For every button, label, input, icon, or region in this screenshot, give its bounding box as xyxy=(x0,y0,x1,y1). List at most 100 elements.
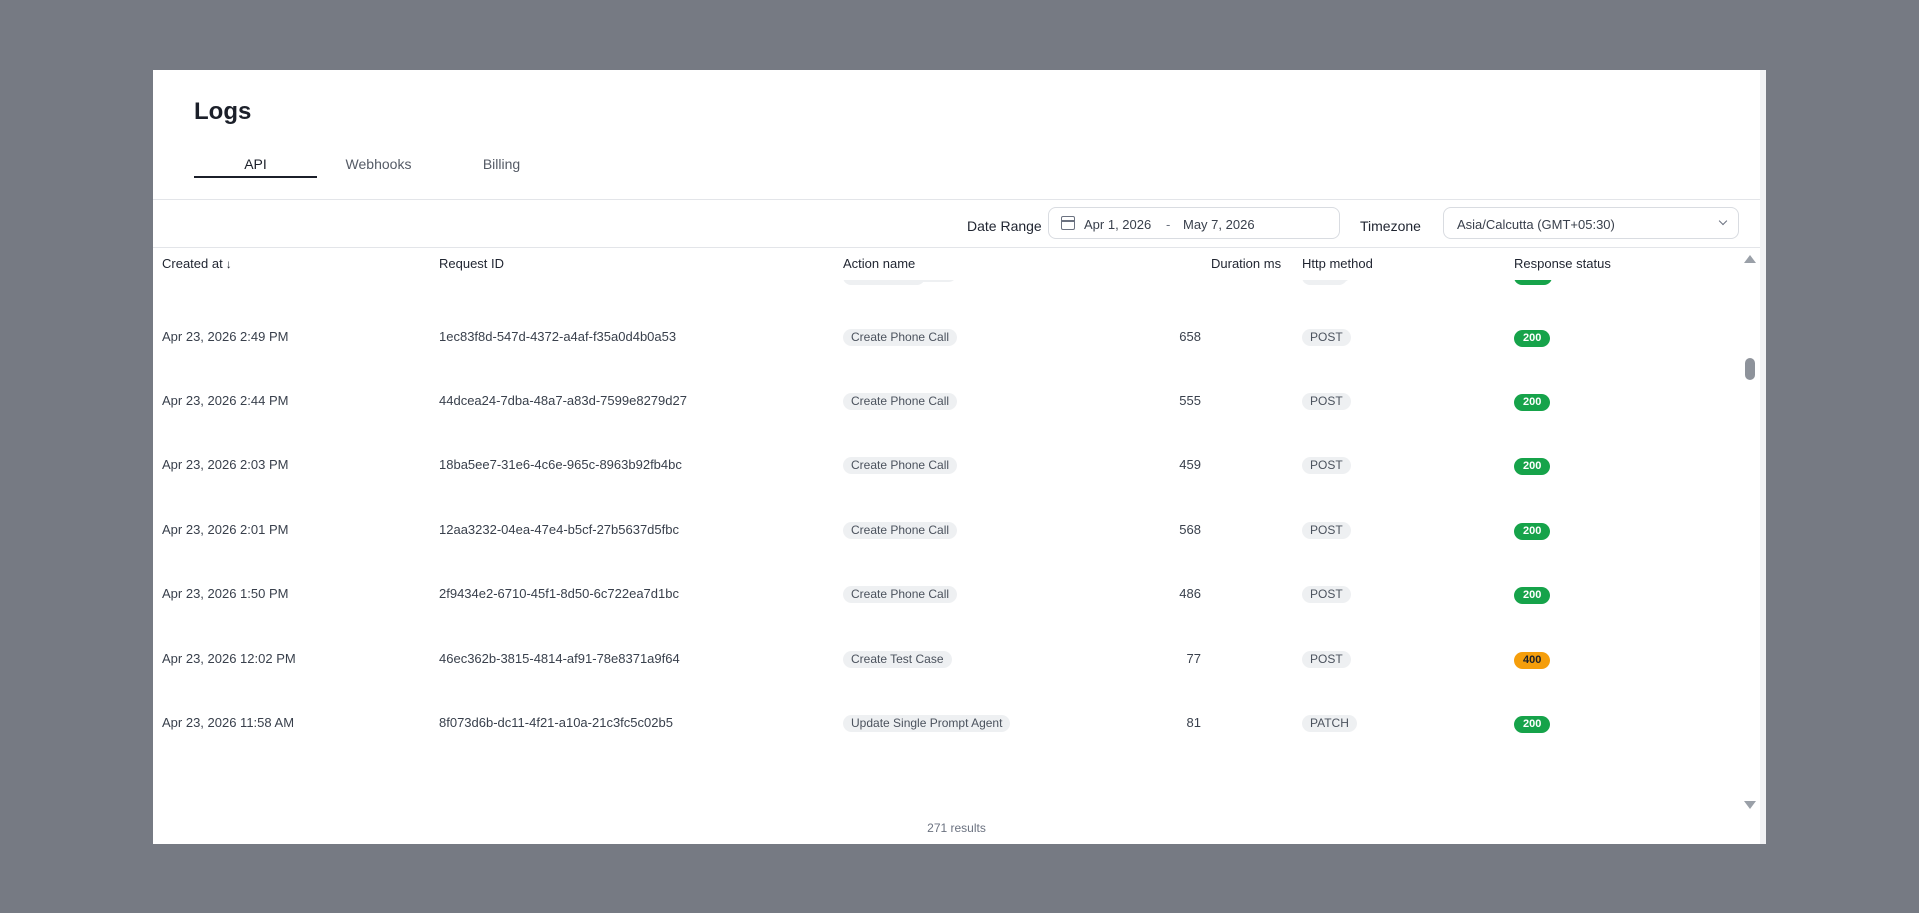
arrow-down-icon[interactable]: ↓ xyxy=(226,257,232,271)
cell-created-at: Apr 23, 2026 11:58 AM xyxy=(162,715,295,730)
table-row[interactable]: Apr 23, 2026 4:02 PM 3e6ff911-b8d4-456a-8… xyxy=(153,280,1743,329)
action-chip: Update Single Prompt Agent xyxy=(843,715,1011,732)
cell-duration: 568 xyxy=(1179,522,1201,537)
panel-edge xyxy=(1760,70,1766,844)
cell-response-status: 200 xyxy=(1514,522,1551,540)
cell-action-name: Create Test Case xyxy=(843,651,952,668)
scroll-up-icon[interactable] xyxy=(1744,255,1756,263)
cell-duration: 658 xyxy=(1179,329,1201,344)
cell-action-name: Create Phone Call xyxy=(843,280,958,282)
logs-panel: Logs API Webhooks Billing Date Range Apr… xyxy=(153,70,1766,844)
status-badge: 200 xyxy=(1514,587,1551,604)
date-range-picker[interactable]: Apr 1, 2026 - May 7, 2026 xyxy=(1048,207,1340,239)
method-chip: POST xyxy=(1302,329,1351,346)
col-created-at[interactable]: Created at ↓ xyxy=(162,256,232,271)
cell-http-method: POST xyxy=(1302,393,1351,410)
cell-duration: 486 xyxy=(1179,586,1201,601)
table-row[interactable]: Apr 23, 2026 2:01 PM 12aa3232-04ea-47e4-b… xyxy=(153,522,1743,586)
cell-request-id: 46ec362b-3815-4814-af91-78e8371a9f64 xyxy=(439,651,680,666)
cell-created-at: Apr 23, 2026 2:03 PM xyxy=(162,457,289,472)
cell-http-method: POST xyxy=(1302,522,1351,539)
table-row[interactable]: Apr 23, 2026 2:49 PM 1ec83f8d-547d-4372-a… xyxy=(153,329,1743,393)
filters-divider xyxy=(153,247,1760,248)
cell-duration: 555 xyxy=(1179,393,1201,408)
page-title: Logs xyxy=(194,98,252,125)
table-body: Apr 23, 2026 4:02 PM 3e6ff911-b8d4-456a-8… xyxy=(153,280,1743,808)
cell-action-name: Update Single Prompt Agent xyxy=(843,715,1011,732)
cell-duration: 541 xyxy=(1141,280,1201,281)
action-chip: Create Phone Call xyxy=(843,457,958,474)
date-range-label: Date Range xyxy=(967,218,1042,234)
date-to[interactable]: May 7, 2026 xyxy=(1183,217,1255,232)
method-chip: POST xyxy=(1302,280,1351,282)
status-badge: 200 xyxy=(1514,716,1551,733)
col-action-name: Action name xyxy=(843,256,916,271)
cell-response-status: 200 xyxy=(1514,457,1551,475)
scroll-down-icon[interactable] xyxy=(1744,801,1756,809)
scroll-thumb[interactable] xyxy=(1745,358,1755,380)
table-row[interactable]: Apr 23, 2026 11:58 AM 8f073d6b-dc11-4f21-… xyxy=(153,715,1743,779)
chevron-down-icon xyxy=(1718,216,1728,226)
cell-response-status: 200 xyxy=(1514,715,1551,733)
cell-duration: 77 xyxy=(1186,651,1201,666)
tab-billing[interactable]: Billing xyxy=(440,156,563,178)
table-row[interactable]: Apr 23, 2026 2:44 PM 44dcea24-7dba-48a7-a… xyxy=(153,393,1743,457)
cell-created-at: Apr 23, 2026 2:01 PM xyxy=(162,522,289,537)
date-separator: - xyxy=(1166,217,1171,232)
cell-duration: 81 xyxy=(1186,715,1201,730)
cell-request-id: 12aa3232-04ea-47e4-b5cf-27b5637d5fbc xyxy=(439,522,679,537)
status-badge: 200 xyxy=(1514,458,1551,475)
col-request-id: Request ID xyxy=(439,256,505,271)
timezone-value: Asia/Calcutta (GMT+05:30) xyxy=(1457,217,1615,232)
calendar-icon xyxy=(1061,216,1075,230)
cell-response-status: 200 xyxy=(1514,393,1551,411)
method-chip: POST xyxy=(1302,522,1351,539)
cell-action-name: Create Phone Call xyxy=(843,457,958,474)
status-badge: 200 xyxy=(1514,523,1551,540)
scrollbar[interactable] xyxy=(1741,255,1759,815)
table-header: Created at ↓ Request ID Action name Durat… xyxy=(153,256,1743,280)
cell-created-at: Apr 23, 2026 4:02 PM xyxy=(162,280,288,281)
cell-action-name: Create Phone Call xyxy=(843,329,958,346)
method-chip: PATCH xyxy=(1302,715,1357,732)
cell-response-status: 200 xyxy=(1514,586,1551,604)
cell-response-status: 200 xyxy=(1514,329,1551,347)
cell-created-at: Apr 23, 2026 2:44 PM xyxy=(162,393,289,408)
timezone-select[interactable]: Asia/Calcutta (GMT+05:30) xyxy=(1443,207,1739,239)
action-chip: Create Test Case xyxy=(843,651,952,668)
cell-http-method: POST xyxy=(1302,329,1351,346)
cell-http-method: POST xyxy=(1302,457,1351,474)
action-chip: Create Phone Call xyxy=(843,329,958,346)
cell-duration: 459 xyxy=(1179,457,1201,472)
cell-request-id: 1ec83f8d-547d-4372-a4af-f35a0d4b0a53 xyxy=(439,329,677,344)
cell-http-method: POST xyxy=(1302,586,1351,603)
tab-api[interactable]: API xyxy=(194,156,317,178)
col-response-status: Response status xyxy=(1514,256,1611,271)
cell-response-status: 200 xyxy=(1514,280,1551,283)
cell-http-method: PATCH xyxy=(1302,715,1357,732)
results-count: 271 results xyxy=(927,821,986,835)
method-chip: POST xyxy=(1302,393,1351,410)
status-badge: 200 xyxy=(1514,330,1551,347)
cell-request-id: 18ba5ee7-31e6-4c6e-965c-8963b92fb4bc xyxy=(439,457,682,472)
date-from[interactable]: Apr 1, 2026 xyxy=(1084,217,1151,232)
cell-request-id: 3e6ff911-b8d4-456a-839a-09422e87da33 xyxy=(439,280,679,281)
status-badge: 200 xyxy=(1514,394,1551,411)
action-chip: Create Phone Call xyxy=(843,393,958,410)
table-row[interactable]: Apr 23, 2026 12:02 PM 46ec362b-3815-4814-… xyxy=(153,651,1743,715)
cell-created-at: Apr 23, 2026 2:49 PM xyxy=(162,329,289,344)
tabs-divider xyxy=(153,199,1760,200)
col-duration-ms: Duration ms xyxy=(1211,256,1282,271)
filters-bar: Date Range Apr 1, 2026 - May 7, 2026 Tim… xyxy=(153,207,1760,243)
method-chip: POST xyxy=(1302,651,1351,668)
log-tabs: API Webhooks Billing xyxy=(194,156,563,178)
tab-webhooks[interactable]: Webhooks xyxy=(317,156,440,178)
cell-request-id: 8f073d6b-dc11-4f21-a10a-21c3fc5c02b5 xyxy=(439,715,673,730)
table-row[interactable]: Apr 23, 2026 1:50 PM 2f9434e2-6710-45f1-8… xyxy=(153,586,1743,650)
action-chip: Create Phone Call xyxy=(843,522,958,539)
table-row[interactable]: Apr 23, 2026 2:03 PM 18ba5ee7-31e6-4c6e-9… xyxy=(153,457,1743,521)
cell-request-id: 44dcea24-7dba-48a7-a83d-7599e8279d27 xyxy=(439,393,687,408)
col-created-at-label: Created at xyxy=(162,256,223,271)
status-badge: 200 xyxy=(1514,280,1551,283)
col-http-method: Http method xyxy=(1302,256,1373,271)
